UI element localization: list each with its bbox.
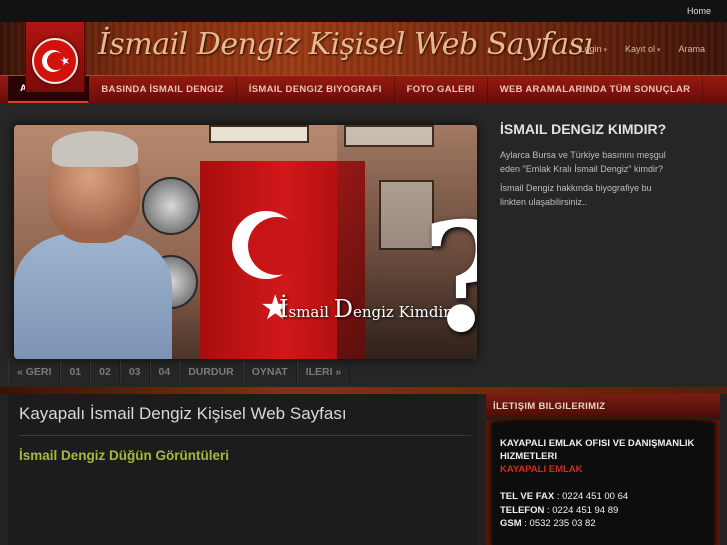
- nav-item-photo-gallery[interactable]: FOTO GALERI: [395, 76, 488, 103]
- login-menu[interactable]: Login: [580, 44, 608, 54]
- section-divider: [0, 387, 727, 394]
- main-nav: ANA SAYFA BASINDA İSMAIL DENGIZ İSMAIL D…: [0, 75, 727, 103]
- slide-paragraph: İsmail Dengiz hakkında biyografiye bu li…: [500, 183, 652, 207]
- slider-controls: « GERI 01 02 03 04 DURDUR OYNAT ILERI »: [8, 361, 351, 383]
- register-menu[interactable]: Kayıt ol: [625, 44, 660, 54]
- slider-play-button[interactable]: OYNAT: [242, 361, 297, 383]
- slider-next-button[interactable]: ILERI »: [296, 361, 351, 383]
- brand-name: KAYAPALI EMLAK: [500, 464, 583, 475]
- contact-card: KAYAPALI EMLAK OFISI VE DANIŞMANLIK HIZM…: [492, 423, 714, 545]
- company-name: KAYAPALI EMLAK OFISI VE DANIŞMANLIK HIZM…: [500, 438, 695, 462]
- wall-frame: [209, 125, 309, 143]
- site-logo[interactable]: [25, 22, 85, 92]
- slider-page-4[interactable]: 04: [149, 361, 180, 383]
- slide-description: İSMAIL DENGIZ KIMDIR? Aylarca Bursa ve T…: [500, 120, 670, 215]
- home-link[interactable]: Home: [687, 6, 711, 16]
- slider-page-2[interactable]: 02: [90, 361, 120, 383]
- crescent-star-icon: [42, 50, 69, 72]
- slider-page-3[interactable]: 03: [119, 361, 150, 383]
- page-title: Kayapalı İsmail Dengiz Kişisel Web Sayfa…: [19, 404, 347, 423]
- slider-stop-button[interactable]: DURDUR: [179, 361, 243, 383]
- slider-page-1[interactable]: 01: [60, 361, 91, 383]
- gsm-line: GSM : 0532 235 03 82: [500, 518, 596, 529]
- contact-sidebar: İLETIŞIM BILGILERIMIZ KAYAPALI EMLAK OFI…: [486, 394, 720, 545]
- main-content: Kayapalı İsmail Dengiz Kişisel Web Sayfa…: [8, 394, 478, 545]
- page: Home İsmail Dengiz Kişisel Web Sayfası L…: [0, 0, 727, 545]
- sidebar-heading: İLETIŞIM BILGILERIMIZ: [486, 394, 720, 418]
- site-header: İsmail Dengiz Kişisel Web Sayfası Login …: [0, 22, 727, 92]
- phone-line: TELEFON : 0224 451 94 89: [500, 504, 619, 516]
- nav-item-biography[interactable]: İSMAIL DENGIZ BIYOGRAFI: [237, 76, 395, 103]
- site-title[interactable]: İsmail Dengiz Kişisel Web Sayfası: [98, 27, 593, 62]
- top-bar: Home: [0, 0, 727, 22]
- slider-prev-button[interactable]: « GERI: [8, 361, 61, 383]
- sidebar-body: KAYAPALI EMLAK OFISI VE DANIŞMANLIK HIZM…: [486, 420, 720, 545]
- tel-fax-line: TEL VE FAX : 0224 451 00 64: [500, 491, 629, 502]
- article-link[interactable]: İsmail Dengiz Düğün Görüntüleri: [19, 448, 229, 463]
- slide-heading[interactable]: İSMAIL DENGIZ KIMDIR?: [500, 120, 670, 139]
- slide-image[interactable]: ★ İsmail Dengiz Kimdir ?: [14, 125, 477, 359]
- question-mark: ?: [422, 203, 477, 353]
- title-divider: [19, 435, 471, 436]
- person-portrait: [14, 131, 172, 359]
- nav-item-web-search-results[interactable]: WEB ARAMALARINDA TÜM SONUÇLAR: [488, 76, 704, 103]
- user-links: Login Kayıt ol Arama: [580, 44, 706, 54]
- featured-slider: ★ İsmail Dengiz Kimdir ? İSMAIL DENGIZ K…: [0, 103, 727, 387]
- search-link[interactable]: Arama: [678, 44, 705, 54]
- slide-paragraph: Aylarca Bursa ve Türkiye basınını meşgul…: [500, 150, 666, 174]
- turkish-flag-emblem-icon: [32, 38, 78, 84]
- nav-item-press[interactable]: BASINDA İSMAIL DENGIZ: [89, 76, 237, 103]
